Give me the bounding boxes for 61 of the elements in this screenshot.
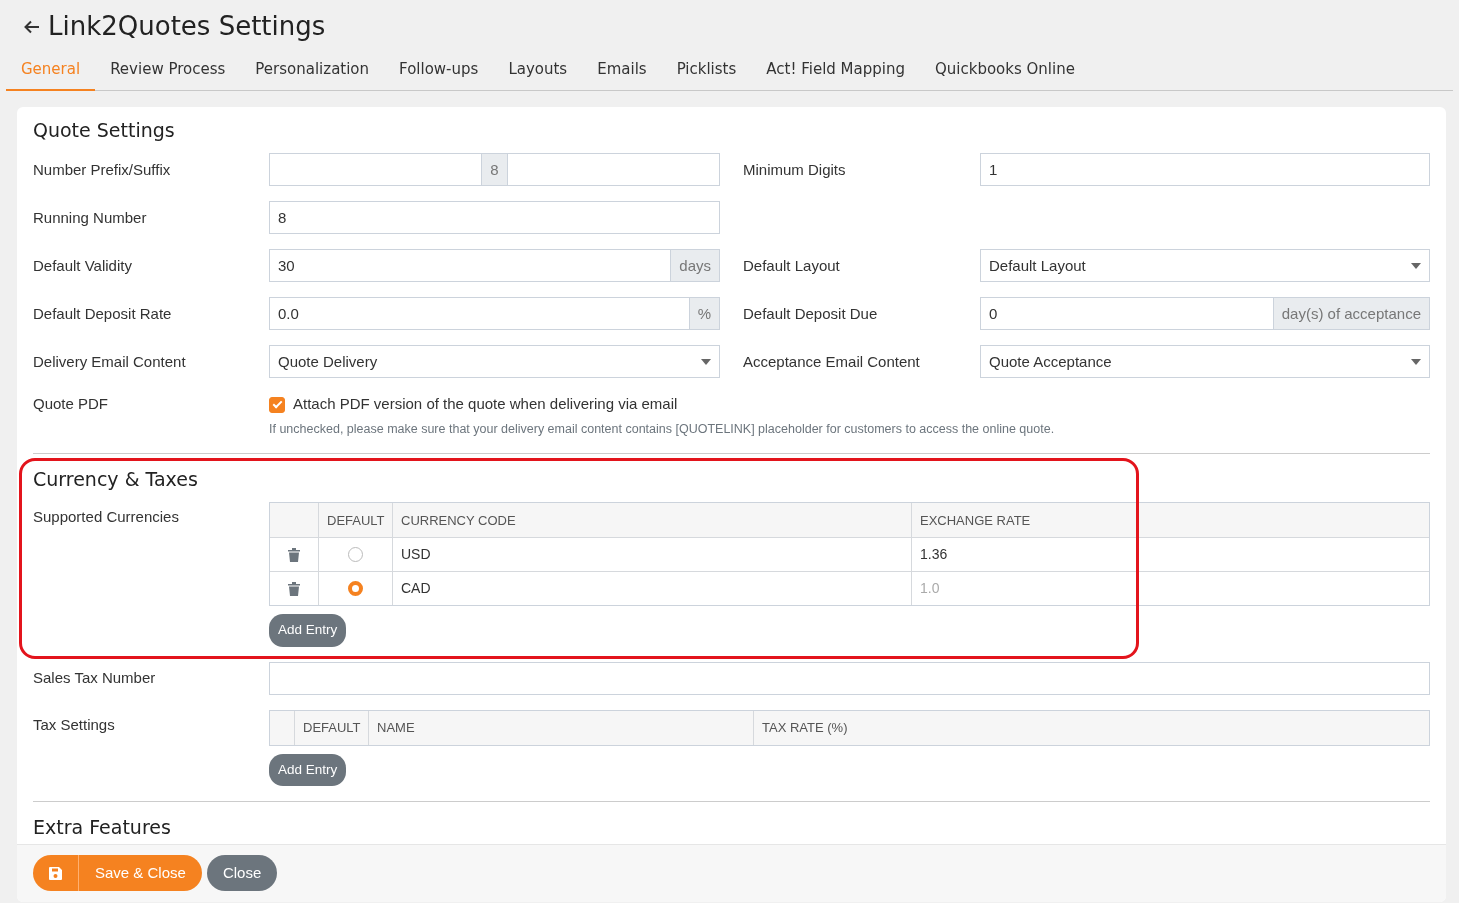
tab[interactable]: Emails bbox=[582, 58, 662, 91]
column-header: NAME bbox=[368, 710, 753, 745]
dropdown-field[interactable]: Quote Delivery bbox=[269, 345, 720, 379]
tab[interactable]: Review Process bbox=[95, 58, 241, 91]
trash-icon[interactable] bbox=[288, 547, 300, 562]
trash-icon[interactable] bbox=[288, 581, 300, 596]
checkbox[interactable] bbox=[269, 396, 285, 413]
field-label: Sales Tax Number bbox=[33, 667, 157, 688]
text-field[interactable]: 8 bbox=[269, 201, 720, 235]
field-value: Default Layout bbox=[988, 255, 1087, 276]
field-value: Quote Acceptance bbox=[988, 351, 1113, 372]
section-title: Extra Features bbox=[33, 815, 172, 839]
radio-button[interactable] bbox=[348, 547, 363, 563]
dropdown-caret-icon bbox=[1411, 358, 1421, 365]
field-label: Minimum Digits bbox=[743, 159, 847, 180]
field-label: Default Layout bbox=[743, 255, 841, 276]
table-cell-text: USD bbox=[401, 545, 431, 565]
dropdown-caret-icon bbox=[701, 358, 711, 365]
field-label: Delivery Email Content bbox=[33, 351, 187, 372]
field-label: Default Validity bbox=[33, 255, 133, 276]
column-header: DEFAULT bbox=[318, 503, 392, 538]
column-header: EXCHANGE RATE bbox=[911, 503, 1429, 538]
field-value: Quote Delivery bbox=[277, 351, 379, 372]
section-title: Quote Settings bbox=[33, 118, 176, 142]
field-label: Tax Settings bbox=[33, 714, 116, 735]
field-label: Default Deposit Rate bbox=[33, 303, 173, 324]
field-label: Supported Currencies bbox=[33, 507, 180, 528]
radio-button[interactable] bbox=[348, 581, 363, 597]
column-header: TAX RATE (%) bbox=[753, 710, 1429, 745]
field-label: Running Number bbox=[33, 207, 148, 228]
save-icon bbox=[49, 866, 62, 880]
tab[interactable]: Quickbooks Online bbox=[919, 58, 1090, 91]
field-label: Number Prefix/Suffix bbox=[33, 159, 172, 180]
add-entry-button[interactable]: Add Entry bbox=[269, 614, 347, 647]
dropdown-caret-icon bbox=[1411, 262, 1421, 269]
add-entry-button[interactable]: Add Entry bbox=[269, 753, 347, 786]
back-arrow-icon[interactable] bbox=[24, 20, 40, 34]
dropdown-field[interactable]: Default Layout bbox=[980, 249, 1430, 283]
checkbox-label: Attach PDF version of the quote when delivering via email bbox=[293, 394, 678, 415]
help-text: If unchecked, please make sure that your delivery email content contains [QUOTELINK] placeholder for customers to access the online quote. bbox=[269, 420, 1056, 438]
tab[interactable]: Layouts bbox=[493, 58, 583, 91]
close-button[interactable]: Close bbox=[206, 855, 278, 891]
field-value: 8 bbox=[277, 207, 288, 228]
field-value: 1 bbox=[988, 159, 999, 180]
field-label: Acceptance Email Content bbox=[743, 351, 921, 372]
dropdown-field[interactable]: Quote Acceptance bbox=[980, 345, 1430, 379]
text-field[interactable]: 1 bbox=[980, 153, 1430, 187]
field-label: Quote PDF bbox=[33, 394, 110, 415]
tab[interactable]: Act! Field Mapping bbox=[751, 58, 920, 91]
field-label: Default Deposit Due bbox=[743, 303, 879, 324]
column-header: DEFAULT bbox=[294, 710, 368, 745]
page-title: Link2Quotes Settings bbox=[48, 11, 326, 43]
table-cell-text: 1.0 bbox=[920, 579, 940, 599]
tab[interactable]: Follow-ups bbox=[384, 58, 494, 91]
text-field[interactable] bbox=[269, 661, 1430, 695]
section-title: Currency & Taxes bbox=[33, 467, 199, 491]
table-cell-text: 1.36 bbox=[920, 545, 948, 565]
tab[interactable]: Picklists bbox=[661, 58, 752, 91]
tab[interactable]: Personalization bbox=[240, 58, 385, 91]
table-cell-text: CAD bbox=[401, 579, 431, 599]
column-header: CURRENCY CODE bbox=[392, 503, 911, 538]
